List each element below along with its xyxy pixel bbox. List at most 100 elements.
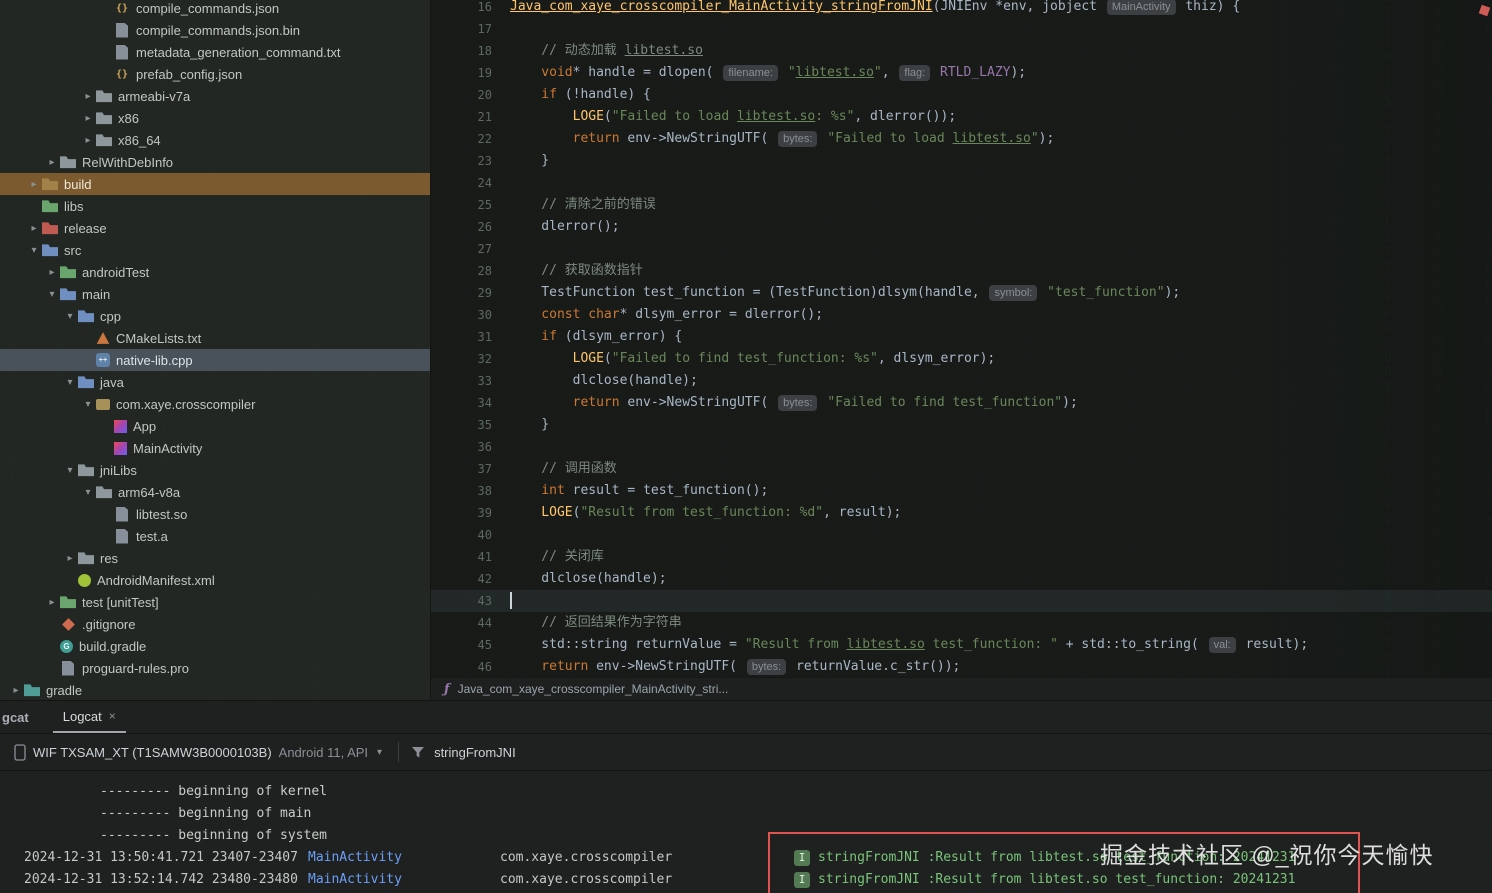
code-line-24[interactable]: 24: [430, 172, 1492, 194]
tree-item-compile-commands-json-bin[interactable]: compile_commands.json.bin: [0, 19, 430, 41]
tab-logcat[interactable]: Logcat ×: [52, 701, 126, 733]
code-line-25[interactable]: 25 // 清除之前的错误: [430, 194, 1492, 216]
chevron-right-icon[interactable]: ▸: [44, 597, 60, 608]
code-token: returnValue.c_str());: [788, 659, 961, 674]
folder-blue-icon: [60, 288, 76, 301]
code-line-37[interactable]: 37 // 调用函数: [430, 458, 1492, 480]
tree-item-build[interactable]: ▸ build: [0, 173, 430, 195]
code-line-34[interactable]: 34 return env->NewStringUTF( bytes: "Fai…: [430, 392, 1492, 414]
code-line-44[interactable]: 44 // 返回结果作为字符串: [430, 612, 1492, 634]
chevron-down-icon[interactable]: ▾: [80, 399, 96, 410]
tree-item-compile-commands-json[interactable]: {} compile_commands.json: [0, 0, 430, 19]
log-line[interactable]: --------- beginning of main: [0, 803, 1492, 825]
chevron-down-icon[interactable]: ▾: [26, 245, 42, 256]
code-line-46[interactable]: 46 return env->NewStringUTF( bytes: retu…: [430, 656, 1492, 678]
tree-item-cmakelists-txt[interactable]: CMakeLists.txt: [0, 327, 430, 349]
code-line-26[interactable]: 26 dlerror();: [430, 216, 1492, 238]
code-line-19[interactable]: 19 void* handle = dlopen( filename: "lib…: [430, 62, 1492, 84]
code-line-17[interactable]: 17: [430, 18, 1492, 40]
code-line-33[interactable]: 33 dlclose(handle);: [430, 370, 1492, 392]
chevron-right-icon[interactable]: ▸: [8, 685, 24, 696]
code-line-36[interactable]: 36: [430, 436, 1492, 458]
tree-item-mainactivity[interactable]: MainActivity: [0, 437, 430, 459]
code-line-45[interactable]: 45 std::string returnValue = "Result fro…: [430, 634, 1492, 656]
code-line-43[interactable]: 43: [430, 590, 1492, 612]
code-line-23[interactable]: 23 }: [430, 150, 1492, 172]
code-line-42[interactable]: 42 dlclose(handle);: [430, 568, 1492, 590]
chevron-right-icon[interactable]: ▸: [26, 179, 42, 190]
code-line-39[interactable]: 39 LOGE("Result from test_function: %d",…: [430, 502, 1492, 524]
chevron-right-icon[interactable]: ▸: [62, 553, 78, 564]
tree-item-main[interactable]: ▾ main: [0, 283, 430, 305]
chevron-right-icon[interactable]: ▸: [44, 157, 60, 168]
code-line-32[interactable]: 32 LOGE("Failed to find test_function: %…: [430, 348, 1492, 370]
chevron-down-icon[interactable]: ▾: [44, 289, 60, 300]
code-line-31[interactable]: 31 if (dlsym_error) {: [430, 326, 1492, 348]
tree-item-androidmanifest-xml[interactable]: AndroidManifest.xml: [0, 569, 430, 591]
device-selector[interactable]: WIF TXSAM_XT (T1SAMW3B0000103B) Android …: [0, 743, 382, 761]
tab-close-icon[interactable]: ×: [109, 709, 116, 723]
code-line-20[interactable]: 20 if (!handle) {: [430, 84, 1492, 106]
logcat-filter-input[interactable]: stringFromJNI: [411, 745, 516, 760]
tree-item-native-lib-cpp[interactable]: ++ native-lib.cpp: [0, 349, 430, 371]
tree-item-jnilibs[interactable]: ▾ jniLibs: [0, 459, 430, 481]
chevron-down-icon[interactable]: ▾: [80, 487, 96, 498]
tree-item-prefab-config-json[interactable]: {} prefab_config.json: [0, 63, 430, 85]
code-token: , dlsym_error);: [877, 351, 996, 366]
tree-item-build-gradle[interactable]: Gbuild.gradle: [0, 635, 430, 657]
tree-item-libtest-so[interactable]: libtest.so: [0, 503, 430, 525]
chevron-down-icon[interactable]: ▾: [62, 465, 78, 476]
code-editor[interactable]: 16 Java_com_xaye_crosscompiler_MainActivi…: [430, 0, 1492, 678]
code-line-40[interactable]: 40: [430, 524, 1492, 546]
tree-item-com-xaye-crosscompiler[interactable]: ▾ com.xaye.crosscompiler: [0, 393, 430, 415]
tree-item-metadata-generation-command-txt[interactable]: metadata_generation_command.txt: [0, 41, 430, 63]
tree-item-gradle[interactable]: ▸ gradle: [0, 679, 430, 700]
chevron-right-icon[interactable]: ▸: [80, 135, 96, 146]
code-line-16[interactable]: 16 Java_com_xaye_crosscompiler_MainActivi…: [430, 0, 1492, 18]
json-icon: {}: [115, 68, 129, 80]
log-line[interactable]: 2024-12-31 13:52:14.742 23480-23480 MainA…: [0, 869, 1492, 891]
tree-item-test-a[interactable]: test.a: [0, 525, 430, 547]
code-line-29[interactable]: 29 TestFunction test_function = (TestFun…: [430, 282, 1492, 304]
chevron-right-icon[interactable]: ▸: [80, 113, 96, 124]
chevron-down-icon[interactable]: ▾: [62, 377, 78, 388]
chevron-right-icon[interactable]: ▸: [26, 223, 42, 234]
tree-item-arm64-v8a[interactable]: ▾ arm64-v8a: [0, 481, 430, 503]
tree-item-label: java: [100, 374, 124, 390]
tree-item-armeabi-v7a[interactable]: ▸ armeabi-v7a: [0, 85, 430, 107]
tree-item-proguard-rules-pro[interactable]: proguard-rules.pro: [0, 657, 430, 679]
tree-item-release[interactable]: ▸ release: [0, 217, 430, 239]
code-line-21[interactable]: 21 LOGE("Failed to load libtest.so: %s",…: [430, 106, 1492, 128]
log-line[interactable]: --------- beginning of kernel: [0, 781, 1492, 803]
chevron-down-icon[interactable]: ▾: [62, 311, 78, 322]
tree-item-x86-64[interactable]: ▸ x86_64: [0, 129, 430, 151]
tree-item-x86[interactable]: ▸ x86: [0, 107, 430, 129]
code-line-18[interactable]: 18 // 动态加载 libtest.so: [430, 40, 1492, 62]
chevron-right-icon[interactable]: ▸: [80, 91, 96, 102]
tree-item-app[interactable]: App: [0, 415, 430, 437]
code-line-41[interactable]: 41 // 关闭库: [430, 546, 1492, 568]
code-line-38[interactable]: 38 int result = test_function();: [430, 480, 1492, 502]
code-token: test_function: ": [924, 637, 1058, 652]
code-line-27[interactable]: 27: [430, 238, 1492, 260]
tree-item-libs[interactable]: libs: [0, 195, 430, 217]
code-token: env->NewStringUTF(: [619, 131, 777, 146]
code-line-30[interactable]: 30 const char* dlsym_error = dlerror();: [430, 304, 1492, 326]
tree-item--gitignore[interactable]: .gitignore: [0, 613, 430, 635]
code-line-35[interactable]: 35 }: [430, 414, 1492, 436]
chevron-right-icon[interactable]: ▸: [44, 267, 60, 278]
tree-item-cpp[interactable]: ▾ cpp: [0, 305, 430, 327]
breadcrumb-function-name[interactable]: Java_com_xaye_crosscompiler_MainActivity…: [458, 682, 729, 696]
code-line-22[interactable]: 22 return env->NewStringUTF( bytes: "Fai…: [430, 128, 1492, 150]
tree-item-androidtest[interactable]: ▸ androidTest: [0, 261, 430, 283]
tree-item-test-unittest-[interactable]: ▸ test [unitTest]: [0, 591, 430, 613]
tool-window-label-partial[interactable]: gcat: [0, 710, 29, 725]
tree-item-src[interactable]: ▾ src: [0, 239, 430, 261]
tree-item-java[interactable]: ▾ java: [0, 371, 430, 393]
code-line-28[interactable]: 28 // 获取函数指针: [430, 260, 1492, 282]
tree-item-relwithdebinfo[interactable]: ▸ RelWithDebInfo: [0, 151, 430, 173]
tree-item-res[interactable]: ▸ res: [0, 547, 430, 569]
line-number: 30: [477, 308, 492, 322]
code-token: (: [603, 109, 612, 124]
